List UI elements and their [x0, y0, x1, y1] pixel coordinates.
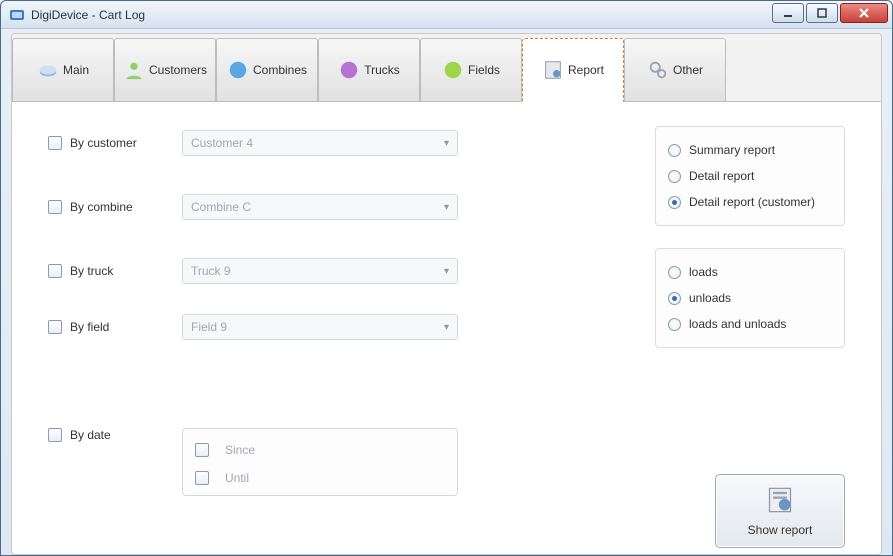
label-until: Until	[225, 471, 249, 485]
report-content: By customer Customer 4 ▾ By combine Comb…	[12, 102, 881, 554]
checkbox-by-truck[interactable]	[48, 264, 62, 278]
radio-unloads[interactable]	[668, 292, 681, 305]
trucks-icon	[338, 59, 360, 81]
radio-label: Detail report (customer)	[689, 195, 815, 209]
checkbox-by-date[interactable]	[48, 428, 62, 442]
radio-label: Detail report	[689, 169, 754, 183]
dropdown-value: Field 9	[191, 320, 227, 334]
checkbox-since[interactable]	[195, 443, 209, 457]
date-range-box: Since Until	[182, 428, 458, 496]
minimize-button[interactable]	[772, 3, 804, 23]
radio-label: unloads	[689, 291, 731, 305]
client-area: Main Customers Combines Trucks	[11, 33, 882, 555]
dropdown-value: Combine C	[191, 200, 251, 214]
gear-icon	[647, 59, 669, 81]
tab-combines[interactable]: Combines	[216, 38, 318, 102]
load-type-group: loads unloads loads and unloads	[655, 248, 845, 348]
maximize-button[interactable]	[806, 3, 838, 23]
tab-label: Customers	[149, 63, 207, 77]
radio-loads-and-unloads[interactable]	[668, 318, 681, 331]
chevron-down-icon: ▾	[444, 322, 449, 333]
tab-label: Trucks	[364, 63, 400, 77]
tab-trucks[interactable]: Trucks	[318, 38, 420, 102]
dropdown-combine[interactable]: Combine C ▾	[182, 194, 458, 220]
show-report-label: Show report	[748, 523, 813, 537]
tab-label: Main	[63, 63, 89, 77]
show-report-button[interactable]: Show report	[715, 474, 845, 548]
tab-fields[interactable]: Fields	[420, 38, 522, 102]
tab-label: Report	[568, 63, 604, 77]
radio-label: loads and unloads	[689, 317, 786, 331]
tab-other[interactable]: Other	[624, 38, 726, 102]
dropdown-truck[interactable]: Truck 9 ▾	[182, 258, 458, 284]
chevron-down-icon: ▾	[444, 202, 449, 213]
app-window: DigiDevice - Cart Log Main	[0, 0, 893, 556]
tab-label: Fields	[468, 63, 500, 77]
tab-report[interactable]: Report	[522, 38, 624, 102]
combines-icon	[227, 59, 249, 81]
radio-loads[interactable]	[668, 266, 681, 279]
checkbox-by-customer[interactable]	[48, 136, 62, 150]
label-by-date: By date	[70, 428, 182, 442]
dropdown-field[interactable]: Field 9 ▾	[182, 314, 458, 340]
radio-detail-report[interactable]	[668, 170, 681, 183]
label-by-combine: By combine	[70, 200, 182, 214]
label-by-truck: By truck	[70, 264, 182, 278]
tabbar: Main Customers Combines Trucks	[12, 34, 881, 102]
label-since: Since	[225, 443, 255, 457]
fields-icon	[442, 59, 464, 81]
label-by-field: By field	[70, 320, 182, 334]
label-by-customer: By customer	[70, 136, 182, 150]
dropdown-value: Customer 4	[191, 136, 253, 150]
window-title: DigiDevice - Cart Log	[31, 8, 145, 22]
report-icon	[542, 59, 564, 81]
radio-detail-report-customer[interactable]	[668, 196, 681, 209]
tab-label: Combines	[253, 63, 307, 77]
main-icon	[37, 59, 59, 81]
close-button[interactable]	[840, 3, 888, 23]
radio-summary-report[interactable]	[668, 144, 681, 157]
customers-icon	[123, 59, 145, 81]
tab-customers[interactable]: Customers	[114, 38, 216, 102]
radio-label: loads	[689, 265, 718, 279]
checkbox-until[interactable]	[195, 471, 209, 485]
radio-label: Summary report	[689, 143, 775, 157]
tab-main[interactable]: Main	[12, 38, 114, 102]
app-icon	[9, 7, 25, 23]
checkbox-by-combine[interactable]	[48, 200, 62, 214]
chevron-down-icon: ▾	[444, 138, 449, 149]
dropdown-value: Truck 9	[191, 264, 231, 278]
report-type-group: Summary report Detail report Detail repo…	[655, 126, 845, 226]
tab-label: Other	[673, 63, 703, 77]
dropdown-customer[interactable]: Customer 4 ▾	[182, 130, 458, 156]
chevron-down-icon: ▾	[444, 266, 449, 277]
titlebar: DigiDevice - Cart Log	[1, 1, 892, 29]
report-icon	[766, 486, 794, 517]
checkbox-by-field[interactable]	[48, 320, 62, 334]
